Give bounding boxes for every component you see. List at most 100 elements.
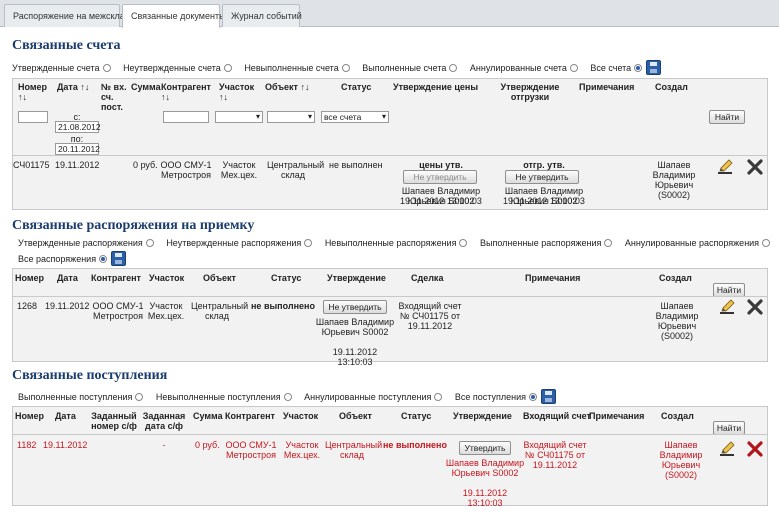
delete-icon[interactable] (747, 441, 763, 457)
col-status: Статус (401, 411, 432, 421)
col-number: Номер (15, 273, 45, 283)
col-sum: Сумма (131, 82, 161, 92)
delete-icon[interactable] (747, 159, 763, 175)
disapprove-button[interactable]: Не утвердить (323, 300, 387, 314)
delete-icon[interactable] (747, 299, 763, 315)
filter-label: Все счета (590, 63, 632, 73)
invoice-object: Центральный склад (267, 160, 325, 180)
divider (13, 296, 767, 297)
filter-radio-unapproved[interactable] (304, 239, 313, 247)
filter-radio-all[interactable] (529, 393, 538, 401)
col-area: Участок (283, 411, 319, 421)
status-filter-select[interactable]: все счета (321, 111, 389, 123)
filter-radio-unfulfilled[interactable] (341, 64, 350, 72)
pencil-icon[interactable] (719, 441, 735, 457)
invoice-number[interactable]: СЧ01175 (13, 160, 50, 170)
col-contractor: Контрагент (91, 273, 141, 283)
contractor-filter-input[interactable] (163, 111, 209, 123)
filter-radio-fulfilled[interactable] (449, 64, 458, 72)
col-number: Номер (15, 411, 45, 421)
order-deal: Входящий счет № СЧ01175 от 19.11.2012 (398, 301, 462, 331)
receipt-number[interactable]: 1182 (17, 440, 36, 450)
tab-linked-documents[interactable]: Связанные документы (122, 4, 226, 28)
price-approval-status: цены утв. (419, 160, 463, 170)
receipts-table: Номер Дата Заданный номер с/ф Заданная д… (12, 406, 768, 508)
filter-radio-cancelled[interactable] (762, 239, 771, 247)
filter-radio-approved[interactable] (102, 64, 111, 72)
filter-radio-unfulfilled[interactable] (459, 239, 468, 247)
invoice-contractor: ООО СМУ-1 Метростроя (160, 160, 212, 180)
order-number[interactable]: 1268 (17, 301, 37, 311)
filter-radio-cancelled[interactable] (569, 64, 578, 72)
col-approval: Утверждение (327, 273, 386, 283)
tab-interwarehouse-order[interactable]: Распоряжение на межсклад (4, 4, 130, 27)
divider (13, 434, 767, 435)
filter-label: Аннулированные распоряжения (624, 238, 760, 248)
pencil-icon[interactable] (717, 159, 733, 175)
filter-radio-all[interactable] (634, 64, 643, 72)
ship-disapprove-button[interactable]: Не утвердить (505, 170, 579, 184)
filter-label: Выполненные распоряжения (479, 238, 602, 248)
save-icon[interactable] (646, 60, 662, 75)
date-from-input[interactable]: 21.08.2012 (55, 121, 101, 133)
find-button[interactable]: Найти (713, 421, 745, 435)
col-status: Статус (271, 273, 302, 283)
filter-label: Невыполненные счета (244, 63, 339, 73)
number-filter-input[interactable] (18, 111, 48, 123)
find-button[interactable]: Найти (709, 110, 745, 124)
invoice-area: Участок Мех.цех. (220, 160, 258, 180)
col-number[interactable]: Номер ↑↓ (18, 82, 47, 102)
find-button[interactable]: Найти (713, 283, 745, 297)
filter-radio-unfulfilled[interactable] (283, 393, 292, 401)
sort-arrows-icon[interactable]: ↑↓ (80, 82, 89, 92)
order-status: не выполнено (251, 301, 315, 311)
sort-arrows-icon[interactable]: ↑↓ (219, 92, 228, 102)
order-approval-time: 19.11.2012 13:10:03 (332, 347, 378, 367)
save-icon[interactable] (541, 389, 557, 404)
section-title-receipts: Связанные поступления (12, 368, 168, 383)
col-incoming-invoice: Входящий счет (523, 411, 591, 421)
col-sum: Сумма (193, 411, 223, 421)
filter-radio-approved[interactable] (145, 239, 154, 247)
tab-event-log[interactable]: Журнал событий (222, 4, 302, 27)
date-to-input[interactable]: 20.11.2012 (55, 143, 100, 155)
sort-arrows-icon[interactable]: ↑↓ (300, 82, 309, 92)
receipt-orders-table: Номер Дата Контрагент Участок Объект Ста… (12, 268, 768, 367)
filter-radio-fulfilled[interactable] (604, 239, 613, 247)
filter-radio-all[interactable] (99, 255, 108, 263)
ship-approval-time: 19.11.2012 13:10:03 (503, 196, 585, 206)
col-contractor[interactable]: Контрагент ↑↓ (161, 82, 211, 102)
col-approval: Утверждение (453, 411, 512, 421)
invoice-filters: Утвержденные счета Неутвержденные счета … (12, 60, 671, 75)
col-price-approval: Утверждение цены (393, 82, 479, 92)
save-icon[interactable] (111, 251, 127, 266)
receipt-set-date: - (162, 440, 166, 450)
filter-label: Аннулированные поступления (304, 392, 432, 402)
col-creator: Создал (655, 82, 688, 92)
tab-bar: Распоряжение на межсклад Связанные докум… (0, 0, 779, 28)
receipt-status: не выполнено (383, 440, 447, 450)
sort-arrows-icon[interactable]: ↑↓ (161, 92, 170, 102)
filter-label: Невыполненные поступления (155, 392, 281, 402)
receipt-object: Центральный склад (325, 440, 383, 460)
order-creator: Шапаев Владимир Юрьевич (S0002) (655, 301, 699, 341)
receipt-filters: Выполненные поступления Невыполненные по… (18, 389, 566, 404)
col-notes: Примечания (589, 411, 645, 421)
col-creator: Создал (661, 411, 694, 421)
col-area[interactable]: Участок ↑↓ (219, 82, 254, 102)
col-object[interactable]: Объект ↑↓ (265, 82, 309, 92)
col-date[interactable]: Дата ↑↓ (57, 82, 89, 92)
col-notes: Примечания (579, 82, 635, 92)
col-notes: Примечания (525, 273, 581, 283)
object-filter-select[interactable] (267, 111, 315, 123)
sort-arrows-icon[interactable]: ↑↓ (18, 92, 27, 102)
approve-button[interactable]: Утвердить (459, 441, 511, 455)
filter-radio-unapproved[interactable] (223, 64, 232, 72)
pencil-icon[interactable] (719, 299, 735, 315)
filter-radio-cancelled[interactable] (434, 393, 443, 401)
area-filter-select[interactable] (215, 111, 263, 123)
price-disapprove-button[interactable]: Не утвердить (403, 170, 477, 184)
filter-radio-fulfilled[interactable] (135, 393, 144, 401)
invoice-status: не выполнен (329, 160, 383, 170)
divider (13, 155, 767, 156)
